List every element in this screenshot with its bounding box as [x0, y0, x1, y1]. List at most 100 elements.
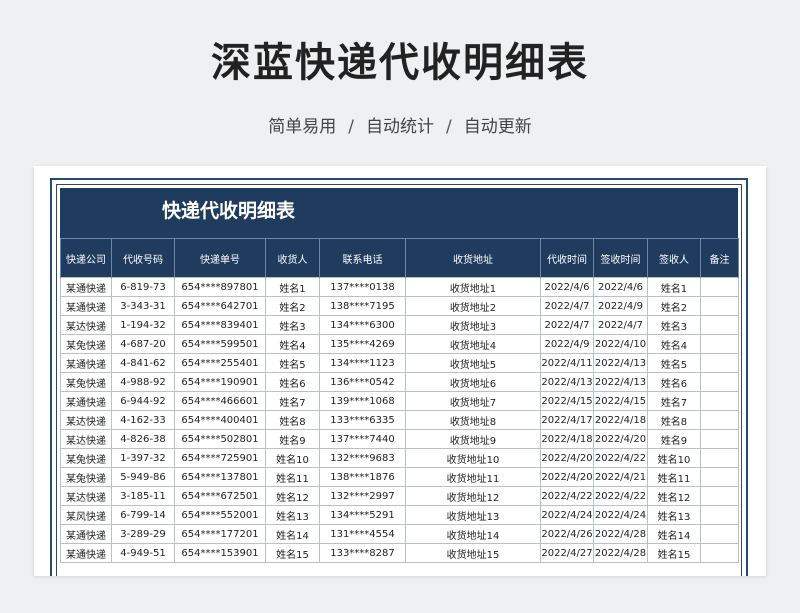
cell-address[interactable]: 收货地址9	[405, 429, 541, 449]
cell-tracking-number[interactable]: 654****177201	[174, 524, 266, 544]
cell-remarks[interactable]	[700, 277, 739, 297]
cell-phone[interactable]: 137****0138	[319, 277, 406, 297]
cell-remarks[interactable]	[700, 543, 739, 563]
cell-phone[interactable]: 131****4554	[319, 524, 406, 544]
cell-pickup-time[interactable]: 2022/4/13	[540, 372, 594, 392]
cell-tracking-number[interactable]: 654****190901	[174, 372, 266, 392]
cell-company[interactable]: 某兔快递	[60, 467, 112, 487]
cell-address[interactable]: 收货地址2	[405, 296, 541, 316]
cell-pickup-time[interactable]: 2022/4/11	[540, 353, 594, 373]
cell-signed-time[interactable]: 2022/4/15	[593, 391, 648, 411]
cell-signed-time[interactable]: 2022/4/28	[593, 524, 648, 544]
cell-address[interactable]: 收货地址11	[405, 467, 541, 487]
cell-address[interactable]: 收货地址1	[405, 277, 541, 297]
cell-phone[interactable]: 132****2997	[319, 486, 406, 506]
cell-signed-time[interactable]: 2022/4/20	[593, 429, 648, 449]
cell-pickup-code[interactable]: 6-799-14	[111, 505, 175, 525]
cell-pickup-code[interactable]: 4-826-38	[111, 429, 175, 449]
cell-company[interactable]: 某兔快递	[60, 334, 112, 354]
cell-signer[interactable]: 姓名10	[647, 448, 701, 468]
cell-pickup-time[interactable]: 2022/4/6	[540, 277, 594, 297]
cell-pickup-code[interactable]: 3-185-11	[111, 486, 175, 506]
cell-phone[interactable]: 133****8287	[319, 543, 406, 563]
cell-phone[interactable]: 139****1068	[319, 391, 406, 411]
cell-recipient[interactable]: 姓名1	[265, 277, 320, 297]
cell-signed-time[interactable]: 2022/4/7	[593, 315, 648, 335]
cell-tracking-number[interactable]: 654****672501	[174, 486, 266, 506]
cell-remarks[interactable]	[700, 372, 739, 392]
cell-tracking-number[interactable]: 654****897801	[174, 277, 266, 297]
cell-pickup-code[interactable]: 6-944-92	[111, 391, 175, 411]
cell-phone[interactable]: 138****7195	[319, 296, 406, 316]
cell-company[interactable]: 某达快递	[60, 429, 112, 449]
cell-phone[interactable]: 136****0542	[319, 372, 406, 392]
cell-remarks[interactable]	[700, 315, 739, 335]
cell-recipient[interactable]: 姓名3	[265, 315, 320, 335]
cell-pickup-code[interactable]: 4-162-33	[111, 410, 175, 430]
cell-company[interactable]: 某通快递	[60, 277, 112, 297]
cell-recipient[interactable]: 姓名2	[265, 296, 320, 316]
cell-pickup-code[interactable]: 4-841-62	[111, 353, 175, 373]
cell-company[interactable]: 某达快递	[60, 486, 112, 506]
cell-remarks[interactable]	[700, 353, 739, 373]
cell-signed-time[interactable]: 2022/4/13	[593, 372, 648, 392]
cell-pickup-code[interactable]: 4-687-20	[111, 334, 175, 354]
cell-tracking-number[interactable]: 654****502801	[174, 429, 266, 449]
cell-signed-time[interactable]: 2022/4/9	[593, 296, 648, 316]
cell-signer[interactable]: 姓名9	[647, 429, 701, 449]
cell-remarks[interactable]	[700, 505, 739, 525]
cell-pickup-code[interactable]: 5-949-86	[111, 467, 175, 487]
cell-pickup-time[interactable]: 2022/4/17	[540, 410, 594, 430]
cell-signed-time[interactable]: 2022/4/6	[593, 277, 648, 297]
cell-pickup-code[interactable]: 1-194-32	[111, 315, 175, 335]
cell-phone[interactable]: 134****1123	[319, 353, 406, 373]
cell-tracking-number[interactable]: 654****137801	[174, 467, 266, 487]
cell-tracking-number[interactable]: 654****466601	[174, 391, 266, 411]
cell-recipient[interactable]: 姓名12	[265, 486, 320, 506]
cell-signed-time[interactable]: 2022/4/28	[593, 543, 648, 563]
cell-pickup-code[interactable]: 3-289-29	[111, 524, 175, 544]
cell-pickup-code[interactable]: 3-343-31	[111, 296, 175, 316]
cell-pickup-code[interactable]: 1-397-32	[111, 448, 175, 468]
cell-signed-time[interactable]: 2022/4/10	[593, 334, 648, 354]
cell-pickup-code[interactable]: 4-988-92	[111, 372, 175, 392]
cell-pickup-time[interactable]: 2022/4/27	[540, 543, 594, 563]
cell-pickup-time[interactable]: 2022/4/26	[540, 524, 594, 544]
cell-tracking-number[interactable]: 654****255401	[174, 353, 266, 373]
cell-recipient[interactable]: 姓名11	[265, 467, 320, 487]
cell-remarks[interactable]	[700, 296, 739, 316]
cell-signer[interactable]: 姓名14	[647, 524, 701, 544]
cell-remarks[interactable]	[700, 467, 739, 487]
cell-pickup-code[interactable]: 6-819-73	[111, 277, 175, 297]
cell-signed-time[interactable]: 2022/4/22	[593, 486, 648, 506]
cell-recipient[interactable]: 姓名6	[265, 372, 320, 392]
cell-address[interactable]: 收货地址5	[405, 353, 541, 373]
cell-pickup-time[interactable]: 2022/4/15	[540, 391, 594, 411]
cell-pickup-time[interactable]: 2022/4/7	[540, 315, 594, 335]
cell-phone[interactable]: 134****5291	[319, 505, 406, 525]
cell-address[interactable]: 收货地址15	[405, 543, 541, 563]
cell-address[interactable]: 收货地址12	[405, 486, 541, 506]
cell-tracking-number[interactable]: 654****400401	[174, 410, 266, 430]
cell-remarks[interactable]	[700, 334, 739, 354]
cell-signed-time[interactable]: 2022/4/21	[593, 467, 648, 487]
cell-company[interactable]: 某风快递	[60, 505, 112, 525]
cell-recipient[interactable]: 姓名4	[265, 334, 320, 354]
cell-remarks[interactable]	[700, 429, 739, 449]
cell-signer[interactable]: 姓名7	[647, 391, 701, 411]
cell-recipient[interactable]: 姓名5	[265, 353, 320, 373]
cell-remarks[interactable]	[700, 410, 739, 430]
cell-signed-time[interactable]: 2022/4/13	[593, 353, 648, 373]
cell-signer[interactable]: 姓名6	[647, 372, 701, 392]
cell-signed-time[interactable]: 2022/4/22	[593, 448, 648, 468]
cell-company[interactable]: 某通快递	[60, 353, 112, 373]
cell-company[interactable]: 某达快递	[60, 315, 112, 335]
cell-company[interactable]: 某通快递	[60, 296, 112, 316]
cell-pickup-time[interactable]: 2022/4/18	[540, 429, 594, 449]
cell-remarks[interactable]	[700, 448, 739, 468]
cell-signer[interactable]: 姓名12	[647, 486, 701, 506]
cell-remarks[interactable]	[700, 524, 739, 544]
cell-company[interactable]: 某通快递	[60, 543, 112, 563]
cell-phone[interactable]: 137****7440	[319, 429, 406, 449]
cell-address[interactable]: 收货地址10	[405, 448, 541, 468]
